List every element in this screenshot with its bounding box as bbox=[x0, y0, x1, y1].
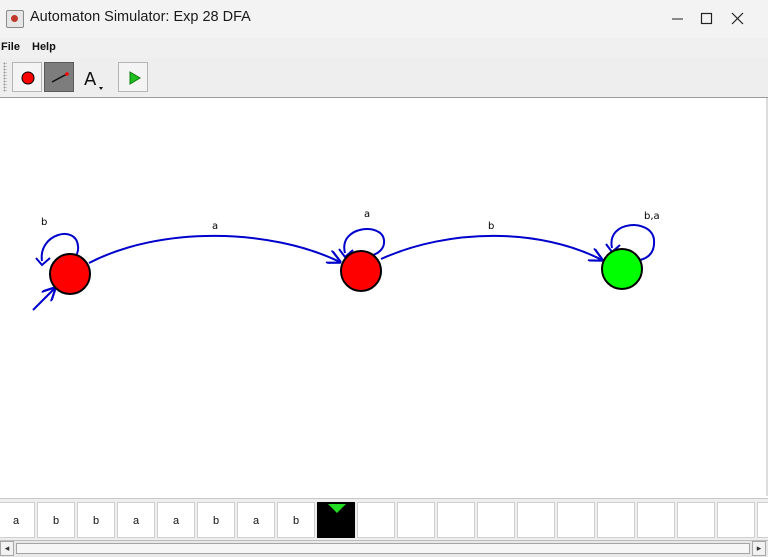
tape-cell[interactable]: a bbox=[117, 502, 155, 538]
label-q0-q1: a bbox=[212, 221, 218, 232]
text-tool-button[interactable]: A bbox=[76, 62, 106, 92]
automaton-canvas[interactable]: b a a b b,a bbox=[0, 98, 768, 496]
state-circle-icon bbox=[21, 71, 35, 85]
horizontal-scrollbar[interactable]: ◂ ▸ bbox=[0, 540, 768, 557]
scroll-left-button[interactable]: ◂ bbox=[0, 541, 14, 556]
title-bar: Automaton Simulator: Exp 28 DFA bbox=[0, 0, 768, 38]
scroll-right-button[interactable]: ▸ bbox=[752, 541, 766, 556]
play-icon bbox=[129, 71, 141, 85]
tape-cell[interactable] bbox=[597, 502, 635, 538]
label-q0-q0: b bbox=[41, 217, 47, 228]
svg-text:A: A bbox=[84, 69, 97, 90]
state-q0[interactable] bbox=[49, 253, 91, 295]
state-q2-accepting[interactable] bbox=[601, 248, 643, 290]
transition-q0-q1[interactable] bbox=[88, 234, 340, 263]
state-q1[interactable] bbox=[340, 250, 382, 292]
state-tool-button[interactable] bbox=[12, 62, 42, 92]
close-icon bbox=[731, 12, 744, 25]
tape-cell[interactable]: b bbox=[197, 502, 235, 538]
tape-cell[interactable]: a bbox=[237, 502, 275, 538]
tape-cell[interactable]: b bbox=[37, 502, 75, 538]
window-title: Automaton Simulator: Exp 28 DFA bbox=[30, 9, 251, 25]
tape-cell[interactable] bbox=[637, 502, 675, 538]
menu-file[interactable]: File bbox=[1, 41, 20, 53]
tape-cell[interactable]: b bbox=[277, 502, 315, 538]
label-q1-q1: a bbox=[364, 209, 370, 220]
transition-tool-button[interactable] bbox=[44, 62, 74, 92]
loop-arrowhead bbox=[35, 257, 51, 267]
tape-cell[interactable] bbox=[357, 502, 395, 538]
tape-cell[interactable]: a bbox=[157, 502, 195, 538]
tape-cell[interactable] bbox=[717, 502, 755, 538]
text-a-icon: A bbox=[84, 69, 103, 90]
tape-cell[interactable] bbox=[677, 502, 715, 538]
close-button[interactable] bbox=[708, 0, 766, 38]
tape-cell[interactable] bbox=[517, 502, 555, 538]
label-q2-q2: b,a bbox=[644, 211, 660, 222]
transition-arrow-icon bbox=[51, 72, 69, 83]
scroll-thumb[interactable] bbox=[16, 543, 750, 554]
automaton-diagram: b a a b b,a bbox=[32, 209, 660, 311]
run-button[interactable] bbox=[118, 62, 148, 92]
toolbar-grip[interactable] bbox=[3, 62, 7, 92]
tape-cell[interactable] bbox=[557, 502, 595, 538]
toolbar: A bbox=[0, 58, 768, 98]
menu-bar: File Help bbox=[0, 38, 768, 58]
java-app-icon bbox=[6, 10, 24, 28]
tape-cell[interactable] bbox=[437, 502, 475, 538]
tape-cell[interactable] bbox=[477, 502, 515, 538]
tape-cell[interactable]: a bbox=[0, 502, 35, 538]
menu-help[interactable]: Help bbox=[32, 41, 56, 53]
transition-q1-q2[interactable] bbox=[380, 234, 602, 260]
input-tape: abbaabab bbox=[0, 498, 768, 541]
tape-cell-head[interactable] bbox=[317, 502, 355, 538]
initial-state-arrow bbox=[32, 288, 55, 311]
tape-cell[interactable] bbox=[397, 502, 435, 538]
label-q1-q2: b bbox=[488, 221, 494, 232]
tape-cell[interactable] bbox=[757, 502, 768, 538]
tape-cell[interactable]: b bbox=[77, 502, 115, 538]
